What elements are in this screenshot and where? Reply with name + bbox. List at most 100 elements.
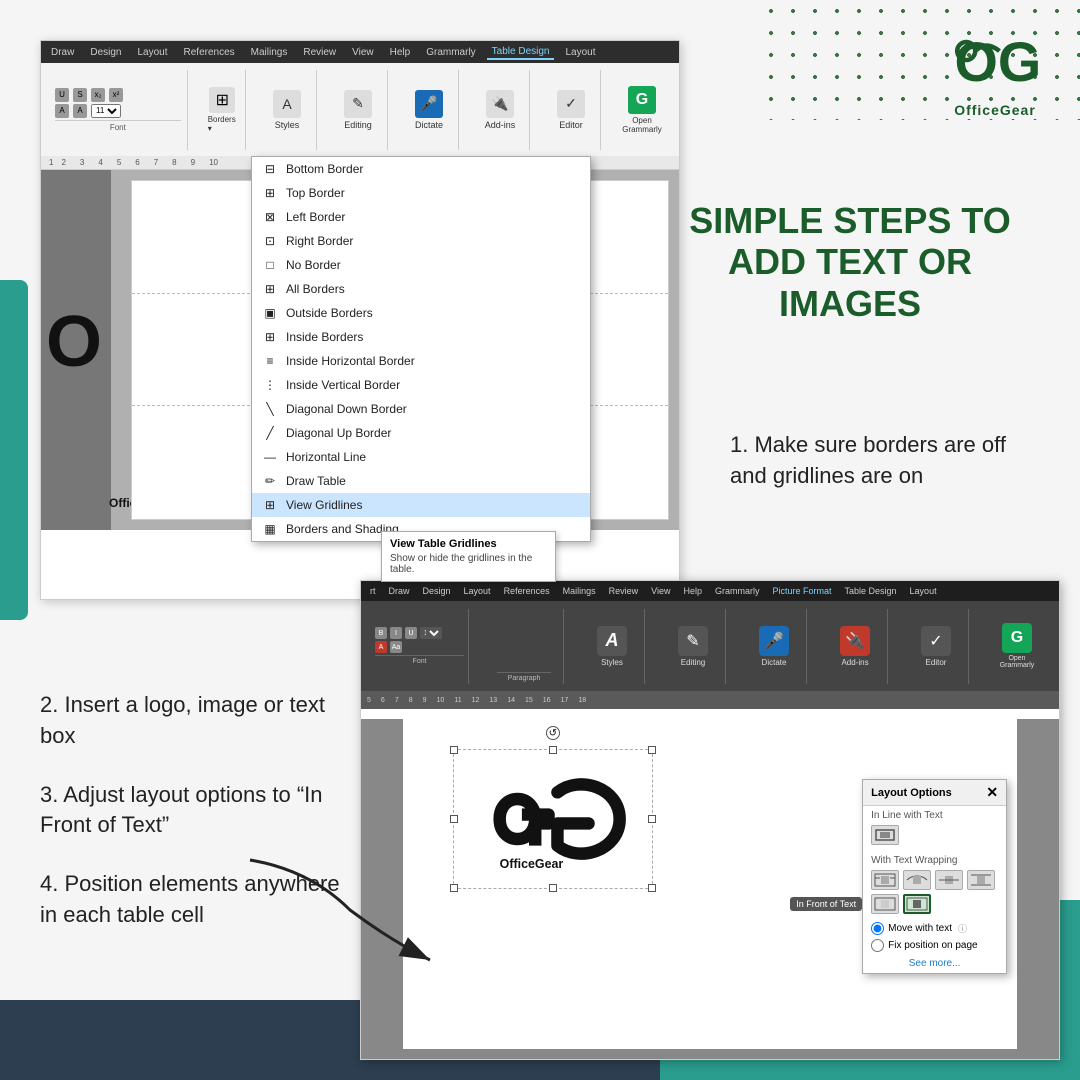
btab-layout2[interactable]: Layout (906, 585, 941, 597)
bottom-group-dictate: 🎤 Dictate (742, 609, 807, 684)
dd-inside-vert[interactable]: ⋮ Inside Vertical Border (252, 373, 590, 397)
dd-no-border[interactable]: □ No Border (252, 253, 590, 277)
b-under[interactable]: U (405, 627, 417, 639)
b-bold[interactable]: B (375, 627, 387, 639)
borders-btn[interactable]: ⊞ (209, 87, 235, 113)
handle-tl[interactable] (450, 746, 458, 754)
handle-tm[interactable] (549, 746, 557, 754)
strikethrough-btn[interactable]: S (73, 88, 87, 102)
wrap-tight-btn[interactable] (903, 870, 931, 890)
dictate-btn[interactable]: 🎤 Dictate (410, 90, 448, 130)
dd-diag-up[interactable]: ╱ Diagonal Up Border (252, 421, 590, 445)
btab-layout[interactable]: Layout (460, 585, 495, 597)
diag-down-icon: ╲ (262, 401, 278, 417)
wrap-infront-btn[interactable] (903, 894, 931, 914)
font-group-label: Font (55, 120, 181, 132)
btab-mail[interactable]: Mailings (559, 585, 600, 597)
b-font-size[interactable]: 11 (420, 627, 442, 639)
dd-view-gridlines[interactable]: ⊞ View Gridlines (252, 493, 590, 517)
btab-picture[interactable]: Picture Format (769, 585, 836, 597)
radio-fix-label: Fix position on page (888, 940, 978, 951)
btab-refs[interactable]: References (500, 585, 554, 597)
superscript-btn[interactable]: x² (109, 88, 123, 102)
btab-rt[interactable]: rt (366, 585, 380, 597)
steps-section: 2. Insert a logo, image or text box 3. A… (40, 690, 360, 959)
dd-inside-horiz[interactable]: ≡ Inside Horizontal Border (252, 349, 590, 373)
layout-options-close[interactable]: ✕ (986, 784, 998, 801)
font-size-select[interactable]: 11 (91, 104, 121, 118)
btab-review[interactable]: Review (605, 585, 643, 597)
btab-table-design[interactable]: Table Design (841, 585, 901, 597)
dd-outside-borders[interactable]: ▣ Outside Borders (252, 301, 590, 325)
b-styles-btn[interactable]: A Styles (592, 626, 632, 667)
editing-btn[interactable]: ✎ Editing (339, 90, 377, 130)
b-grammarly-btn[interactable]: G Open Grammarly (997, 623, 1037, 669)
tab-grammarly[interactable]: Grammarly (421, 46, 480, 59)
handle-ml[interactable] (450, 815, 458, 823)
underline-btn[interactable]: U (55, 88, 69, 102)
tab-layout[interactable]: Layout (132, 46, 172, 59)
b-aa[interactable]: Aa (390, 641, 402, 653)
radio-move-label: Move with text (888, 923, 952, 934)
tab-help[interactable]: Help (385, 46, 416, 59)
draw-table-icon: ✏ (262, 473, 278, 489)
tab-view[interactable]: View (347, 46, 379, 59)
tab-draw[interactable]: Draw (46, 46, 79, 59)
styles-btn[interactable]: A Styles (268, 90, 306, 130)
btab-draw[interactable]: Draw (385, 585, 414, 597)
borders-dropdown: ⊟ Bottom Border ⊞ Top Border ⊠ Left Bord… (251, 156, 591, 542)
dd-all-borders[interactable]: ⊞ All Borders (252, 277, 590, 301)
b-dictate-btn[interactable]: 🎤 Dictate (754, 626, 794, 667)
b-addins-btn[interactable]: 🔌 Add-ins (835, 626, 875, 667)
tab-references[interactable]: References (179, 46, 240, 59)
radio-fix-position[interactable]: Fix position on page (863, 937, 1006, 954)
wrap-square-btn[interactable] (871, 870, 899, 890)
editor-btn[interactable]: ✓ Editor (552, 90, 590, 130)
selected-logo-object[interactable]: ↺ OfficeGear (453, 749, 653, 889)
ribbon-group-styles: A Styles (258, 70, 317, 150)
radio-move-with-text[interactable]: Move with text ⓘ (863, 920, 1006, 937)
dd-horiz-line[interactable]: — Horizontal Line (252, 445, 590, 469)
tab-design[interactable]: Design (85, 46, 126, 59)
dd-right-border[interactable]: ⊡ Right Border (252, 229, 590, 253)
dd-left-border[interactable]: ⊠ Left Border (252, 205, 590, 229)
see-more-link[interactable]: See more... (863, 954, 1006, 973)
dd-diag-down[interactable]: ╲ Diagonal Down Border (252, 397, 590, 421)
grammarly-btn[interactable]: G Open Grammarly (623, 86, 661, 134)
b-para-label: Paragraph (497, 672, 551, 682)
inline-text-btn[interactable] (871, 825, 899, 845)
b-italic[interactable]: I (390, 627, 402, 639)
highlight-btn[interactable]: A (55, 104, 69, 118)
view-gridlines-icon: ⊞ (262, 497, 278, 513)
dd-top-border[interactable]: ⊞ Top Border (252, 181, 590, 205)
addins-btn[interactable]: 🔌 Add-ins (481, 90, 519, 130)
btab-design[interactable]: Design (419, 585, 455, 597)
wrap-topbottom-btn[interactable] (967, 870, 995, 890)
tab-review[interactable]: Review (298, 46, 341, 59)
tab-layout2[interactable]: Layout (560, 46, 600, 59)
btab-grammarly[interactable]: Grammarly (711, 585, 764, 597)
dd-bottom-border[interactable]: ⊟ Bottom Border (252, 157, 590, 181)
font-color-btn[interactable]: A (73, 104, 87, 118)
handle-bm[interactable] (549, 884, 557, 892)
handle-bl[interactable] (450, 884, 458, 892)
dd-inside-borders[interactable]: ⊞ Inside Borders (252, 325, 590, 349)
rotate-handle[interactable]: ↺ (546, 726, 560, 740)
b-editor-btn[interactable]: ✓ Editor (916, 626, 956, 667)
dd-draw-table[interactable]: ✏ Draw Table (252, 469, 590, 493)
wrap-behind-btn[interactable] (871, 894, 899, 914)
btab-view[interactable]: View (647, 585, 674, 597)
handle-br[interactable] (648, 884, 656, 892)
ribbon-group-editor: ✓ Editor (542, 70, 601, 150)
handle-mr[interactable] (648, 815, 656, 823)
handle-tr[interactable] (648, 746, 656, 754)
svg-text:O: O (46, 302, 102, 382)
b-editing-btn[interactable]: ✎ Editing (673, 626, 713, 667)
tab-mailings[interactable]: Mailings (246, 46, 293, 59)
tab-table-design[interactable]: Table Design (487, 45, 555, 60)
wrap-through-btn[interactable] (935, 870, 963, 890)
subscript-btn[interactable]: x₂ (91, 88, 105, 102)
b-dictate-label: Dictate (762, 658, 787, 667)
b-font-color[interactable]: A (375, 641, 387, 653)
btab-help[interactable]: Help (679, 585, 706, 597)
